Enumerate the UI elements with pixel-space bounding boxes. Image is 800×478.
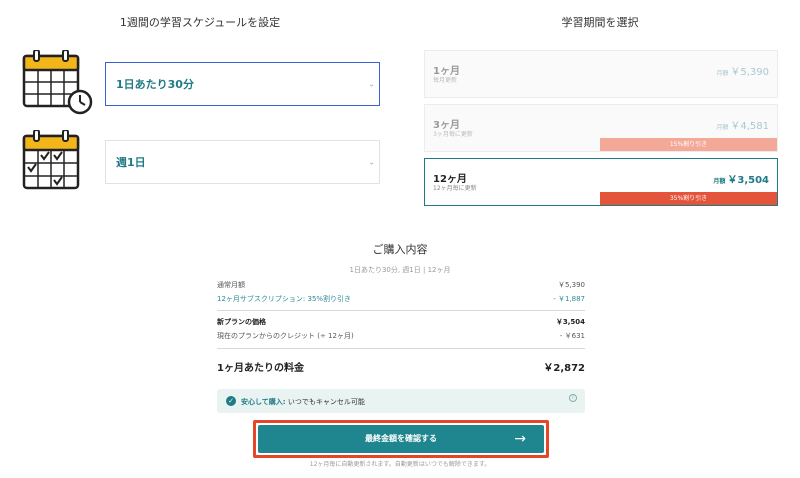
plan-option-12-months[interactable]: 12ヶ月 12ヶ月毎に更新 月額 ￥3,504 35%割り引き [424, 158, 778, 206]
row-value: - ￥631 [559, 332, 585, 340]
row-label: 新プランの価格 [217, 318, 266, 326]
plan-option-3-months[interactable]: 3ヶ月 3ヶ月毎に更新 月額 ￥4,581 15%割り引き [424, 104, 778, 152]
summary-row-credit: 現在のプランからのクレジット (÷ 12ヶ月) - ￥631 [217, 331, 585, 343]
discount-badge: 15%割り引き [600, 138, 777, 151]
period-title: 学習期間を選択 [561, 16, 639, 29]
plan-renewal: 毎月更新 [433, 77, 458, 84]
frequency-select-value: 週1日 [116, 156, 146, 169]
safe-purchase-notice: ✓ 安心して購入: いつでもキャンセル可能 i [217, 389, 585, 413]
safe-purchase-text: 安心して購入: いつでもキャンセル可能 [241, 398, 365, 406]
calendar-check-icon [20, 129, 96, 196]
cta-label: 最終金額を確認する [365, 434, 437, 443]
discount-badge: 35%割り引き [600, 192, 777, 205]
duration-select[interactable]: 1日あたり30分 ⌄ [105, 62, 380, 106]
duration-select-value: 1日あたり30分 [116, 78, 194, 91]
row-value: - ￥1,887 [553, 295, 585, 303]
summary-title: ご購入内容 [372, 243, 428, 256]
chevron-down-icon: ⌄ [368, 157, 375, 167]
calendar-clock-icon [20, 49, 96, 120]
summary-subtitle: 1日あたり30分, 週1日 | 12ヶ月 [349, 266, 451, 274]
plan-renewal: 12ヶ月毎に更新 [433, 185, 477, 192]
arrow-right-icon: → [514, 431, 526, 447]
summary-row-discount: 12ヶ月サブスクリプション: 35%割り引き - ￥1,887 [217, 294, 585, 306]
row-label: 現在のプランからのクレジット (÷ 12ヶ月) [217, 332, 354, 340]
total-value: ￥2,872 [543, 363, 585, 374]
renewal-footnote: 12ヶ月毎に自動更新されます。自動更新はいつでも解除できます。 [309, 461, 491, 468]
divider [217, 310, 585, 311]
frequency-select[interactable]: 週1日 ⌄ [105, 140, 380, 184]
summary-row-new-price: 新プランの価格 ￥3,504 [217, 317, 585, 329]
divider [217, 348, 585, 349]
row-label: 通常月額 [217, 281, 245, 289]
plan-renewal: 3ヶ月毎に更新 [433, 131, 473, 138]
row-value: ￥3,504 [555, 318, 585, 326]
chevron-down-icon: ⌄ [368, 79, 375, 89]
plan-option-1-month[interactable]: 1ヶ月 毎月更新 月額 ￥5,390 [424, 50, 778, 98]
confirm-final-amount-button[interactable]: 最終金額を確認する → [258, 425, 544, 453]
monthly-total: 1ヶ月あたりの料金 ￥2,872 [217, 359, 585, 374]
check-circle-icon: ✓ [226, 396, 236, 406]
row-value: ￥5,390 [557, 281, 585, 289]
plan-price: 月額 ￥4,581 [716, 121, 769, 132]
plan-price: 月額 ￥5,390 [716, 67, 769, 78]
summary-row-regular: 通常月額 ￥5,390 [217, 280, 585, 292]
info-icon[interactable]: i [569, 394, 577, 402]
row-label: 12ヶ月サブスクリプション: 35%割り引き [217, 295, 352, 303]
schedule-title: 1週間の学習スケジュールを設定 [119, 16, 281, 29]
plan-price: 月額 ￥3,504 [713, 175, 769, 186]
total-label: 1ヶ月あたりの料金 [217, 363, 304, 374]
